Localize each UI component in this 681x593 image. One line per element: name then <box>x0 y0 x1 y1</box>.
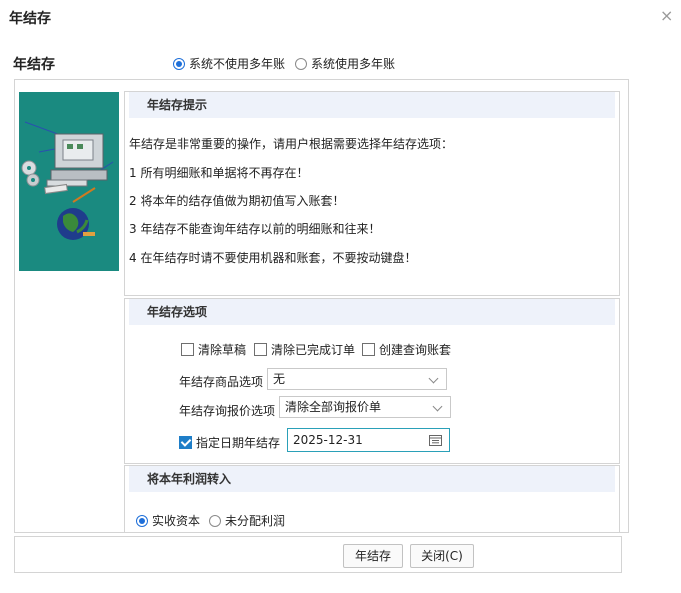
checkbox-icon <box>254 343 267 356</box>
mode-option-label: 系统不使用多年账 <box>189 57 286 71</box>
calendar-icon[interactable] <box>429 434 442 446</box>
tips-header: 年结存提示 <box>129 92 615 118</box>
inquiry-option-select[interactable]: 清除全部询报价单 <box>279 396 451 418</box>
section-label: 年结存 <box>13 57 55 73</box>
tips-line: 1 所有明细账和单据将不再存在！ <box>129 166 309 180</box>
chevron-down-icon <box>432 401 443 412</box>
computer-globe-icon <box>21 121 114 240</box>
radio-selected-icon <box>136 515 148 527</box>
radio-selected-icon <box>173 58 185 70</box>
radio-label: 实收资本 <box>152 514 201 528</box>
profit-option-undistributed[interactable]: 未分配利润 <box>209 512 285 529</box>
close-button[interactable]: 关闭(C) <box>410 544 474 568</box>
checkbox-label: 指定日期年结存 <box>196 436 281 450</box>
dialog-title: 年结存 <box>9 11 51 27</box>
mode-option-label: 系统使用多年账 <box>311 57 396 71</box>
options-header: 年结存选项 <box>129 299 615 325</box>
inquiry-option-label: 年结存询报价选项 <box>179 404 276 418</box>
tips-line: 年结存是非常重要的操作，请用户根据需要选择年结存选项： <box>129 137 454 151</box>
tips-line: 3 年结存不能查询年结存以前的明细账和往来！ <box>129 222 381 236</box>
computer-illustration <box>19 92 119 271</box>
checkbox-checked-icon <box>179 436 192 449</box>
profit-header: 将本年利润转入 <box>129 466 615 492</box>
checkbox-icon <box>181 343 194 356</box>
profit-option-paid-in-capital[interactable]: 实收资本 <box>136 512 200 529</box>
tips-line: 2 将本年的结存值做为期初值写入账套！ <box>129 194 345 208</box>
chevron-down-icon <box>428 373 439 384</box>
date-value: 2025-12-31 <box>293 433 363 447</box>
specify-date-checkbox[interactable]: 指定日期年结存 <box>179 434 280 451</box>
close-icon[interactable]: × <box>660 6 673 25</box>
clear-completed-orders-checkbox[interactable]: 清除已完成订单 <box>254 341 355 358</box>
checkbox-label: 清除已完成订单 <box>271 343 356 357</box>
radio-empty-icon <box>209 515 221 527</box>
mode-option-single-year[interactable]: 系统不使用多年账 <box>173 55 285 72</box>
year-end-date-field[interactable]: 2025-12-31 <box>287 428 450 452</box>
goods-option-value: 无 <box>273 372 286 386</box>
inquiry-option-value: 清除全部询报价单 <box>285 400 382 414</box>
checkbox-icon <box>362 343 375 356</box>
clear-drafts-checkbox[interactable]: 清除草稿 <box>181 341 246 358</box>
tips-line: 4 在年结存时请不要使用机器和账套，不要按动键盘！ <box>129 251 417 265</box>
year-end-button[interactable]: 年结存 <box>343 544 403 568</box>
mode-option-multi-year[interactable]: 系统使用多年账 <box>295 55 395 72</box>
checkbox-label: 创建查询账套 <box>379 343 452 357</box>
goods-option-label: 年结存商品选项 <box>179 375 264 389</box>
radio-label: 未分配利润 <box>225 514 286 528</box>
create-query-account-checkbox[interactable]: 创建查询账套 <box>362 341 451 358</box>
goods-option-select[interactable]: 无 <box>267 368 447 390</box>
checkbox-label: 清除草稿 <box>198 343 247 357</box>
button-bar <box>14 536 622 573</box>
radio-empty-icon <box>295 58 307 70</box>
